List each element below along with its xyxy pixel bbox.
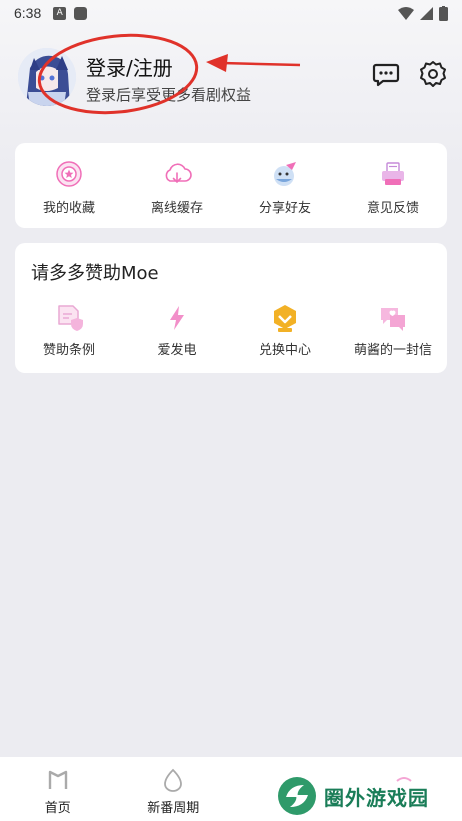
offline-cache-label: 离线缓存 — [150, 201, 203, 216]
letter-label: 萌酱的一封信 — [353, 343, 432, 358]
nav-home[interactable]: 首页 — [0, 757, 116, 821]
letter-icon — [381, 308, 405, 331]
status-time: 6:38 — [14, 5, 42, 21]
watermark: 圈外游戏园 — [276, 774, 452, 818]
message-icon[interactable] — [372, 60, 400, 88]
egg-icon — [164, 768, 183, 792]
redeem-center-button[interactable]: 兑换中心 — [231, 303, 339, 358]
sponsor-terms-label: 赞助条例 — [42, 343, 95, 358]
signal-icon — [420, 7, 433, 20]
document-shield-icon — [58, 305, 83, 331]
feedback-label: 意见反馈 — [366, 201, 419, 216]
nav-home-label: 首页 — [44, 801, 71, 816]
sponsor-title: 请多多赞助Moe — [31, 263, 159, 284]
letter-button[interactable]: 萌酱的一封信 — [339, 303, 447, 358]
redeem-center-label: 兑换中心 — [258, 343, 311, 358]
lightning-icon — [170, 306, 184, 330]
settings-gear-icon[interactable] — [419, 60, 447, 88]
square-notification-icon — [74, 6, 88, 20]
cloud-download-icon — [165, 163, 192, 184]
quick-actions-card: 我的收藏 离线缓存 分享好友 意见反馈 — [15, 143, 447, 228]
sponsor-card: 请多多赞助Moe 赞助条例 爱发电 兑换中心 萌酱的一封信 — [15, 243, 447, 373]
wifi-icon — [398, 7, 414, 20]
home-icon — [48, 770, 67, 789]
badge-icon — [274, 305, 296, 332]
login-subtitle: 登录后享受更多看剧权益 — [86, 86, 252, 104]
anime-avatar-icon — [18, 48, 76, 106]
share-friends-label: 分享好友 — [258, 201, 311, 216]
feedback-icon — [382, 162, 404, 185]
feedback-button[interactable]: 意见反馈 — [339, 159, 447, 216]
favorites-button[interactable]: 我的收藏 — [15, 159, 123, 216]
sponsor-terms-button[interactable]: 赞助条例 — [15, 303, 123, 358]
favorites-icon — [56, 161, 82, 187]
afdian-button[interactable]: 爱发电 — [123, 303, 231, 358]
share-friends-button[interactable]: 分享好友 — [231, 159, 339, 216]
battery-icon — [439, 6, 448, 21]
offline-cache-button[interactable]: 离线缓存 — [123, 159, 231, 216]
watermark-logo — [278, 777, 316, 815]
avatar[interactable] — [18, 48, 76, 106]
login-register-link[interactable]: 登录/注册 — [86, 52, 173, 81]
status-bar: 6:38 A — [0, 0, 462, 26]
afdian-label: 爱发电 — [157, 343, 197, 358]
share-icon — [274, 162, 296, 186]
nav-new-season[interactable]: 新番周期 — [116, 757, 232, 821]
nav-new-season-label: 新番周期 — [147, 801, 200, 816]
a-notification-icon: A — [53, 6, 67, 20]
favorites-label: 我的收藏 — [42, 201, 95, 216]
watermark-text: 圈外游戏园 — [324, 785, 429, 810]
